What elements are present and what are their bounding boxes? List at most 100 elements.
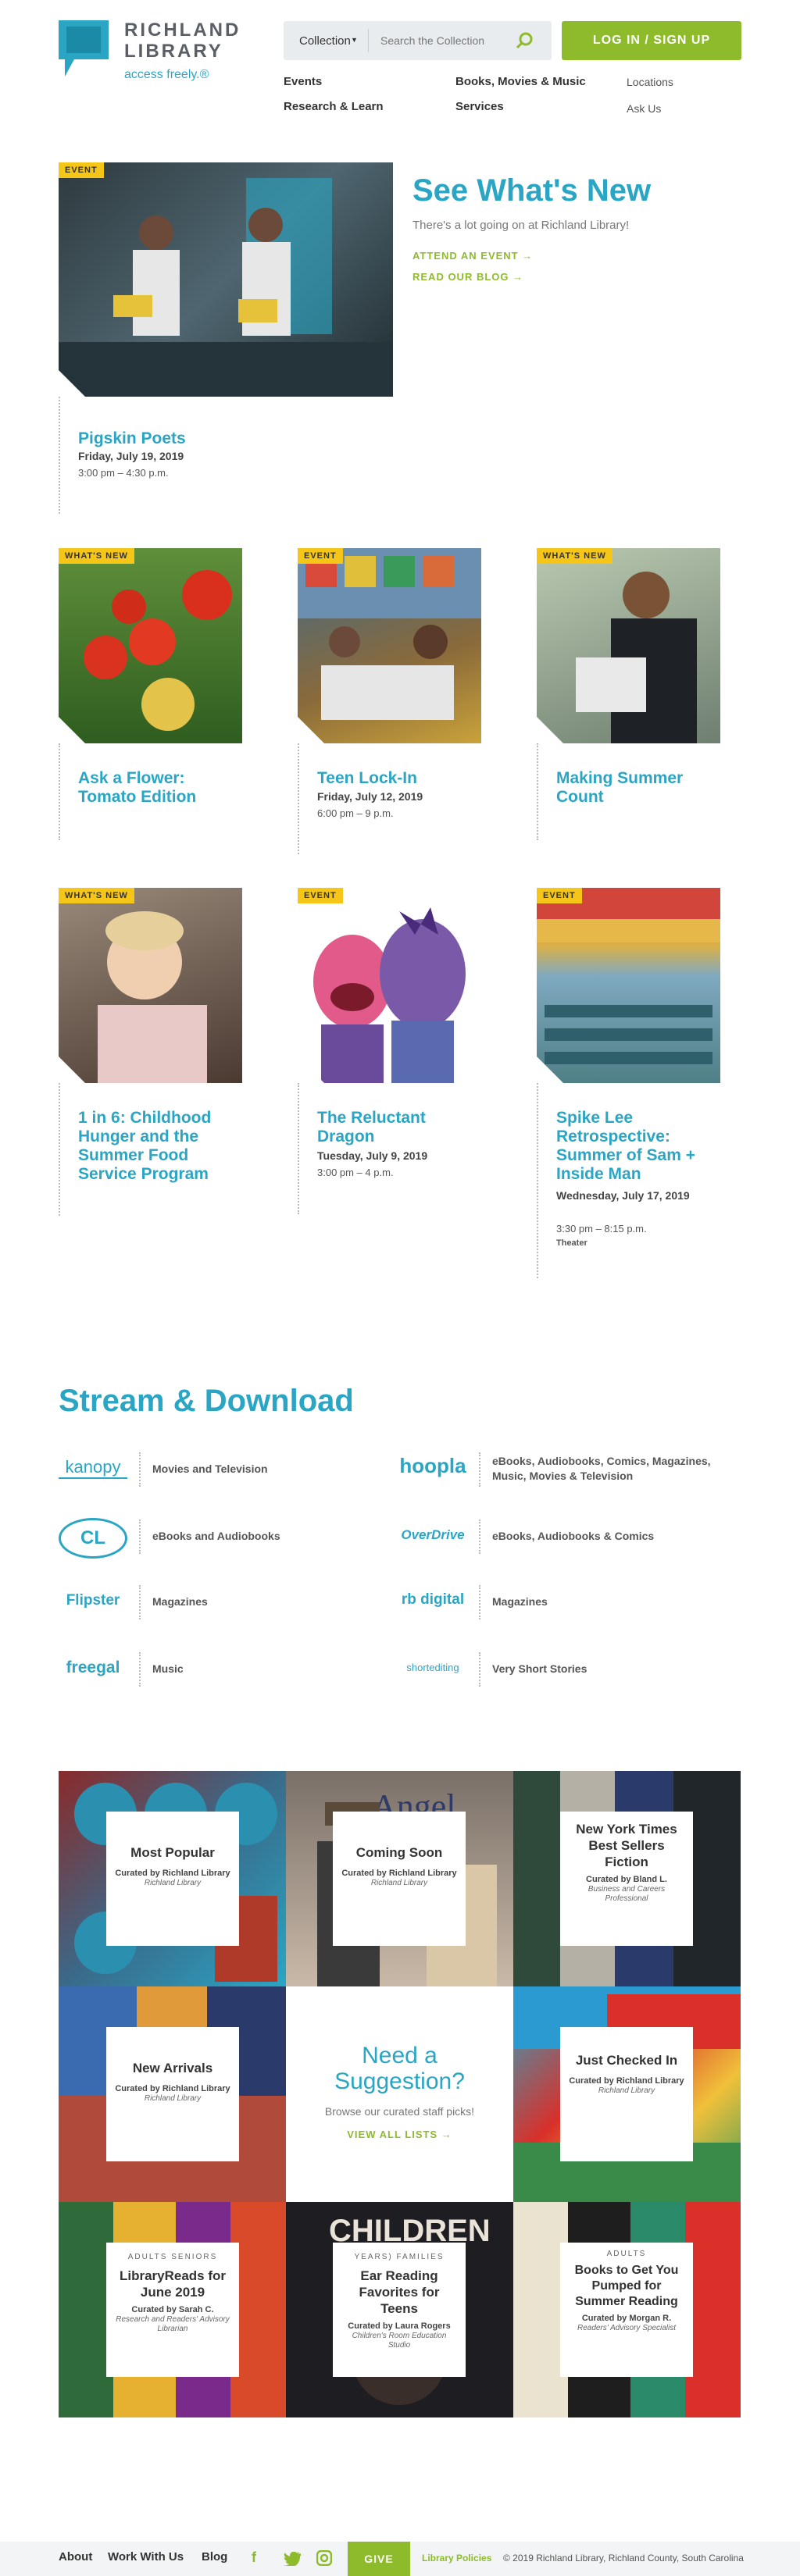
view-all-lists-link[interactable]: VIEW ALL LISTS →: [286, 2129, 513, 2140]
list-tile-title: New York Times Best Sellers Fiction: [576, 1822, 677, 1869]
list-tile-summer-reading[interactable]: ADULTS Books to Get You Pumped for Summe…: [513, 2202, 741, 2417]
logo-line-1: RICHLAND: [124, 20, 241, 41]
list-tile-ear-reading[interactable]: CHILDREN YEARS) FAMILIES Ear Reading Fav…: [286, 2202, 513, 2417]
chevron-down-icon[interactable]: ▼: [351, 36, 358, 44]
hero-card-rule: [59, 397, 60, 514]
logo-line-2: LIBRARY: [124, 41, 223, 62]
image-corner: [537, 1056, 563, 1083]
card-title[interactable]: 1 in 6: Childhood Hunger and the Summer …: [78, 1109, 234, 1184]
service-desc: Very Short Stories: [492, 1662, 588, 1675]
list-tile-coming-soon[interactable]: Angel Coming Soon Curated by Richland Li…: [286, 1771, 513, 1986]
footer-work-with-us-link[interactable]: Work With Us: [108, 2550, 184, 2564]
list-tile-most-popular[interactable]: Most Popular Curated by Richland Library…: [59, 1771, 286, 1986]
list-tile-just-checked-in[interactable]: Just Checked In Curated by Richland Libr…: [513, 1986, 741, 2202]
nav-ask-us[interactable]: Ask Us: [627, 102, 661, 115]
list-tile-libraryreads[interactable]: ADULTS SENIORS LibraryReads for June 201…: [59, 2202, 286, 2417]
nav-services[interactable]: Services: [455, 100, 504, 113]
card-title[interactable]: Making Summer Count: [556, 769, 720, 807]
nav-events[interactable]: Events: [284, 75, 322, 88]
hero-image[interactable]: EVENT: [59, 162, 393, 397]
nav-books-movies-music[interactable]: Books, Movies & Music: [455, 75, 586, 88]
list-tile-title: New Arrivals: [132, 2061, 213, 2075]
card-rule: [537, 743, 538, 840]
card-image-summer-count[interactable]: WHAT'S NEW: [537, 548, 720, 743]
shortediting-logo[interactable]: shortediting: [398, 1662, 467, 1673]
service-divider: [479, 1520, 480, 1554]
card-image-childhood-hunger[interactable]: WHAT'S NEW: [59, 888, 242, 1083]
hero-badge: EVENT: [59, 162, 104, 178]
list-tile-nyt-fiction[interactable]: New York Times Best Sellers Fiction Cura…: [513, 1771, 741, 1986]
card-image-teen-lock-in[interactable]: EVENT: [298, 548, 481, 743]
attend-event-link[interactable]: ATTEND AN EVENT →: [412, 250, 533, 262]
search-divider: [368, 29, 369, 52]
list-tile-card: New York Times Best Sellers Fiction Cura…: [560, 1812, 693, 1946]
card-rule: [298, 743, 299, 854]
kanopy-logo[interactable]: kanopy: [59, 1457, 127, 1479]
logo-wordmark[interactable]: RICHLAND LIBRARY: [124, 20, 241, 62]
search-scope-select[interactable]: Collection: [299, 34, 351, 48]
footer-about-link[interactable]: About: [59, 2550, 92, 2564]
list-tile-role: Children's Room Education Studio: [352, 2332, 447, 2350]
card-image-tomato[interactable]: WHAT'S NEW: [59, 548, 242, 743]
list-tile-new-arrivals[interactable]: New Arrivals Curated by Richland Library…: [59, 1986, 286, 2202]
twitter-icon[interactable]: [284, 2552, 301, 2566]
card-image-spike-lee[interactable]: EVENT: [537, 888, 720, 1083]
list-tile-kicker: YEARS) FAMILIES: [354, 2253, 445, 2261]
image-corner: [59, 717, 85, 743]
card-title[interactable]: Teen Lock-In: [317, 769, 481, 788]
reluctant-dragon-art: [313, 907, 466, 1083]
card-badge: WHAT'S NEW: [59, 888, 134, 903]
give-button[interactable]: GIVE: [348, 2542, 410, 2576]
overdrive-logo[interactable]: OverDrive: [398, 1527, 467, 1543]
list-tile-title: Most Popular: [130, 1845, 215, 1860]
facebook-icon[interactable]: f: [252, 2549, 256, 2566]
login-signup-button[interactable]: LOG IN / SIGN UP: [562, 21, 741, 60]
card-location: Theater: [556, 1238, 588, 1248]
service-desc: Magazines: [152, 1595, 208, 1608]
instagram-icon[interactable]: [316, 2550, 332, 2566]
card-time: 3:30 pm – 8:15 p.m.: [556, 1223, 647, 1235]
card-time: 6:00 pm – 9 p.m.: [317, 807, 394, 819]
hero-card-date: Friday, July 19, 2019: [78, 450, 184, 462]
card-date: Wednesday, July 17, 2019: [556, 1189, 690, 1202]
card-title[interactable]: Ask a Flower: Tomato Edition: [78, 769, 242, 807]
list-tile-kicker: ADULTS SENIORS: [127, 2253, 218, 2261]
list-tile-card: ADULTS Books to Get You Pumped for Summe…: [560, 2243, 693, 2377]
rbdigital-logo[interactable]: rb digital: [398, 1591, 467, 1609]
teen-lock-in-art: [298, 548, 481, 720]
search-icon[interactable]: [516, 31, 534, 50]
library-policies-link[interactable]: Library Policies: [422, 2553, 491, 2564]
service-desc: eBooks, Audiobooks, Comics, Magazines, M…: [492, 1455, 711, 1482]
list-tile-title: Books to Get You Pumped for Summer Readi…: [574, 2264, 679, 2308]
card-badge: WHAT'S NEW: [537, 548, 612, 564]
card-title[interactable]: Spike Lee Retrospective: Summer of Sam +…: [556, 1109, 720, 1184]
freegal-logo[interactable]: freegal: [59, 1659, 127, 1677]
richland-logo-icon[interactable]: [59, 20, 109, 77]
tomato-art: [84, 570, 232, 731]
card-date: Tuesday, July 9, 2019: [317, 1149, 428, 1162]
cl-logo[interactable]: CL: [59, 1518, 127, 1559]
nav-locations[interactable]: Locations: [627, 76, 673, 88]
hero-card-title[interactable]: Pigskin Poets: [78, 429, 186, 448]
hoopla-logo[interactable]: hoopla: [398, 1454, 467, 1478]
list-tile-curator: Curated by Sarah C.: [131, 2305, 214, 2314]
suggestion-panel: Need a Suggestion? Browse our curated st…: [286, 1986, 513, 2202]
service-desc: eBooks and Audiobooks: [152, 1530, 280, 1542]
suggestion-heading: Need a Suggestion?: [334, 2043, 465, 2094]
read-blog-link[interactable]: READ OUR BLOG →: [412, 271, 523, 283]
list-tile-card: New Arrivals Curated by Richland Library…: [106, 2027, 239, 2161]
spike-lee-art: [537, 888, 720, 1064]
list-tile-card: YEARS) FAMILIES Ear Reading Favorites fo…: [333, 2243, 466, 2377]
footer-blog-link[interactable]: Blog: [202, 2550, 227, 2564]
whats-new-subheading: There's a lot going on at Richland Libra…: [412, 219, 630, 232]
flipster-logo[interactable]: Flipster: [59, 1592, 127, 1609]
nav-research-learn[interactable]: Research & Learn: [284, 100, 384, 113]
summer-count-art: [576, 572, 697, 743]
card-badge: WHAT'S NEW: [59, 548, 134, 564]
list-tile-card: Coming Soon Curated by Richland Library …: [333, 1812, 466, 1946]
service-divider: [139, 1652, 141, 1687]
card-image-reluctant-dragon[interactable]: EVENT: [298, 888, 481, 1083]
card-title[interactable]: The Reluctant Dragon: [317, 1109, 481, 1146]
service-divider: [479, 1452, 480, 1487]
search-input[interactable]: Search the Collection: [380, 34, 484, 47]
